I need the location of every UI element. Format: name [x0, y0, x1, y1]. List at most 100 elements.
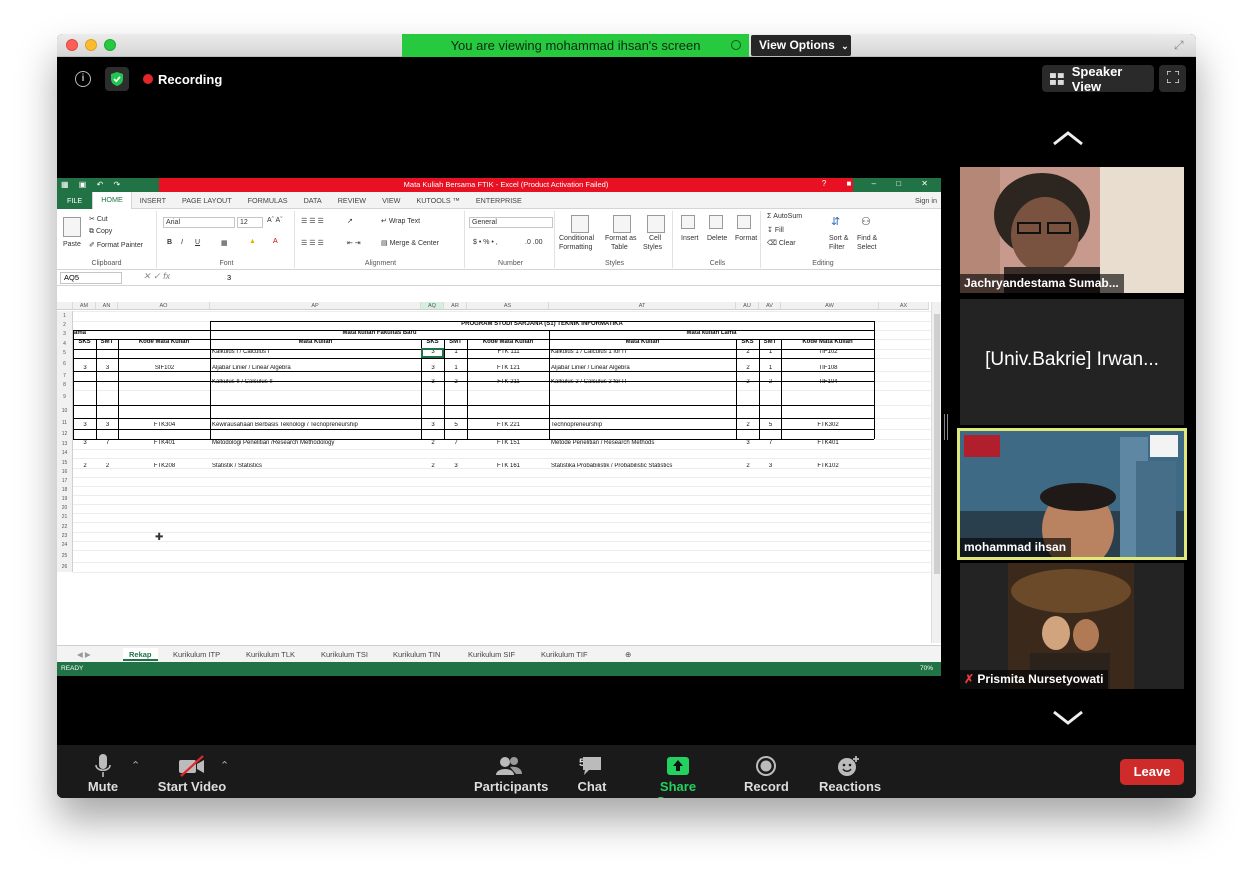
column-header[interactable]: AW	[781, 302, 879, 310]
table-cell[interactable]: Metode Penelitian / Research Methods	[551, 440, 735, 446]
sheet-tab[interactable]: Kurikulum TIN	[387, 648, 446, 661]
conditional-formatting-label-2[interactable]: Formatting	[559, 244, 592, 251]
ribbon-tab[interactable]: REVIEW	[330, 192, 374, 209]
table-cell[interactable]: Statistik / Statistics	[212, 463, 420, 469]
format-button[interactable]: Format	[735, 235, 757, 242]
quick-access-toolbar[interactable]: ▦ ▣ ↶ ↷	[61, 180, 124, 189]
table-cell[interactable]: 2	[738, 379, 758, 385]
table-cell[interactable]: 2	[761, 379, 780, 385]
format-as-table-label-2[interactable]: Table	[611, 244, 628, 251]
shield-icon[interactable]	[105, 67, 129, 91]
borders-icon[interactable]: ▦	[221, 239, 228, 247]
row-header[interactable]: 8	[57, 381, 73, 390]
decimal-icon[interactable]: .0 .00	[525, 239, 543, 246]
column-header[interactable]: AS	[467, 302, 549, 310]
insert-cells-icon[interactable]	[681, 215, 695, 229]
ribbon-tab[interactable]: INSERT	[132, 192, 174, 209]
excel-window-buttons[interactable]: ? ■ – □ ✕	[822, 179, 937, 188]
table-cell[interactable]: FTK208	[120, 463, 209, 469]
fx-icon[interactable]: ✕ ✓ fx	[143, 271, 170, 282]
audio-options-caret[interactable]: ⌃	[131, 759, 140, 772]
ribbon-tab[interactable]: VIEW	[374, 192, 408, 209]
table-cell[interactable]: 5	[761, 422, 780, 428]
table-cell[interactable]: 2	[738, 422, 758, 428]
italic-button[interactable]: I	[181, 239, 183, 246]
name-box[interactable]: AQ5	[60, 272, 122, 284]
cell-styles-label[interactable]: Cell	[649, 235, 661, 242]
table-cell[interactable]: 3	[423, 422, 443, 428]
column-header[interactable]: AP	[210, 302, 421, 310]
cell-styles-label-2[interactable]: Styles	[643, 244, 662, 251]
table-cell[interactable]: FTK304	[120, 422, 209, 428]
info-icon[interactable]: i	[75, 71, 91, 87]
row-header[interactable]: 3	[57, 330, 73, 339]
column-header[interactable]: AM	[73, 302, 96, 310]
copy-button[interactable]: ⧉ Copy	[89, 228, 112, 236]
format-as-table-label[interactable]: Format as	[605, 235, 637, 242]
row-header[interactable]: 18	[57, 486, 73, 495]
row-header[interactable]: 4	[57, 339, 73, 349]
autosum-button[interactable]: Σ AutoSum	[767, 213, 802, 220]
zoom-window-button[interactable]	[104, 39, 116, 51]
table-cell[interactable]: FTK 221	[469, 422, 548, 428]
table-cell[interactable]: 3	[761, 463, 780, 469]
table-cell[interactable]: 3	[423, 379, 443, 385]
table-cell[interactable]: FTK 211	[469, 379, 548, 385]
table-cell[interactable]: Kewirausahaan Berbasis Teknologi / Tecno…	[212, 422, 420, 428]
table-cell[interactable]: Statistika Probabilistik / Probabilistic…	[551, 463, 735, 469]
view-options-button[interactable]: View Options ⌄	[751, 35, 851, 56]
table-cell[interactable]: 2	[738, 463, 758, 469]
start-video-button[interactable]: Start Video	[157, 753, 227, 794]
paste-button[interactable]: Paste	[63, 241, 81, 248]
formula-input[interactable]: 3	[227, 273, 231, 282]
close-window-button[interactable]	[66, 39, 78, 51]
format-cells-icon[interactable]	[737, 215, 751, 229]
font-size-select[interactable]: 12	[237, 217, 263, 228]
sheet-tab[interactable]: Kurikulum TSI	[315, 648, 374, 661]
sort-filter-label[interactable]: Sort &	[829, 235, 848, 242]
conditional-formatting-label[interactable]: Conditional	[559, 235, 594, 242]
indent-icon[interactable]: ⇤ ⇥	[347, 239, 361, 247]
ribbon-tab[interactable]: KUTOOLS ™	[408, 192, 467, 209]
corner-cell[interactable]	[57, 302, 73, 310]
row-header[interactable]: 17	[57, 477, 73, 486]
font-grow-icon[interactable]: Aˆ Aˇ	[267, 217, 283, 224]
column-header[interactable]: AN	[96, 302, 118, 310]
delete-button[interactable]: Delete	[707, 235, 727, 242]
row-header[interactable]: 9	[57, 390, 73, 405]
ribbon-tab[interactable]: DATA	[296, 192, 330, 209]
row-header[interactable]: 21	[57, 513, 73, 522]
merge-center-button[interactable]: ▤ Merge & Center	[381, 239, 439, 247]
zoom-level[interactable]: 70%	[920, 662, 933, 676]
participants-button[interactable]: Participants	[474, 753, 548, 794]
find-select-label-2[interactable]: Select	[857, 244, 876, 251]
table-cell[interactable]: 2	[75, 463, 95, 469]
participant-tile-active-speaker[interactable]: mohammad ihsan	[957, 428, 1187, 560]
reactions-button[interactable]: Reactions	[819, 753, 881, 794]
ribbon-tab[interactable]: PAGE LAYOUT	[174, 192, 240, 209]
row-header[interactable]: 5	[57, 349, 73, 358]
row-header[interactable]: 14	[57, 449, 73, 458]
add-sheet-icon[interactable]: ⊕	[619, 648, 637, 661]
row-header[interactable]: 26	[57, 562, 73, 572]
table-cell[interactable]: 3	[446, 463, 466, 469]
sheet-nav-arrows[interactable]: ◀ ▶	[71, 648, 97, 661]
sheet-tab[interactable]: Kurikulum ITP	[167, 648, 226, 661]
row-header[interactable]: 13	[57, 439, 73, 449]
table-cell[interactable]: FTK 161	[469, 463, 548, 469]
row-header[interactable]: 2	[57, 321, 73, 330]
find-select-label[interactable]: Find &	[857, 235, 877, 242]
format-painter-button[interactable]: ✐ Format Painter	[89, 241, 143, 249]
table-cell[interactable]: 2	[423, 463, 443, 469]
share-screen-button[interactable]: Share Screen	[639, 753, 717, 798]
table-cell[interactable]: Metodologi Penelitian /Research Methodol…	[212, 440, 420, 446]
speaker-view-button[interactable]: Speaker View	[1042, 64, 1154, 94]
row-header[interactable]: 11	[57, 418, 73, 429]
expand-icon[interactable]: ⤢	[1174, 38, 1188, 52]
format-as-table-icon[interactable]	[613, 215, 631, 233]
sheet-tab[interactable]: Kurikulum SIF	[462, 648, 521, 661]
scroll-up-icon[interactable]	[1052, 130, 1084, 146]
shared-screen[interactable]: ▦ ▣ ↶ ↷ Mata Kuliah Bersama FTIK - Excel…	[57, 178, 941, 676]
spreadsheet-grid[interactable]: AM AN AO AP AQ AR AS AT AU AV AW AX 1 2 3 4 5 6 7 8 9 10 11 12 1…	[57, 302, 931, 643]
row-header[interactable]: 24	[57, 541, 73, 550]
